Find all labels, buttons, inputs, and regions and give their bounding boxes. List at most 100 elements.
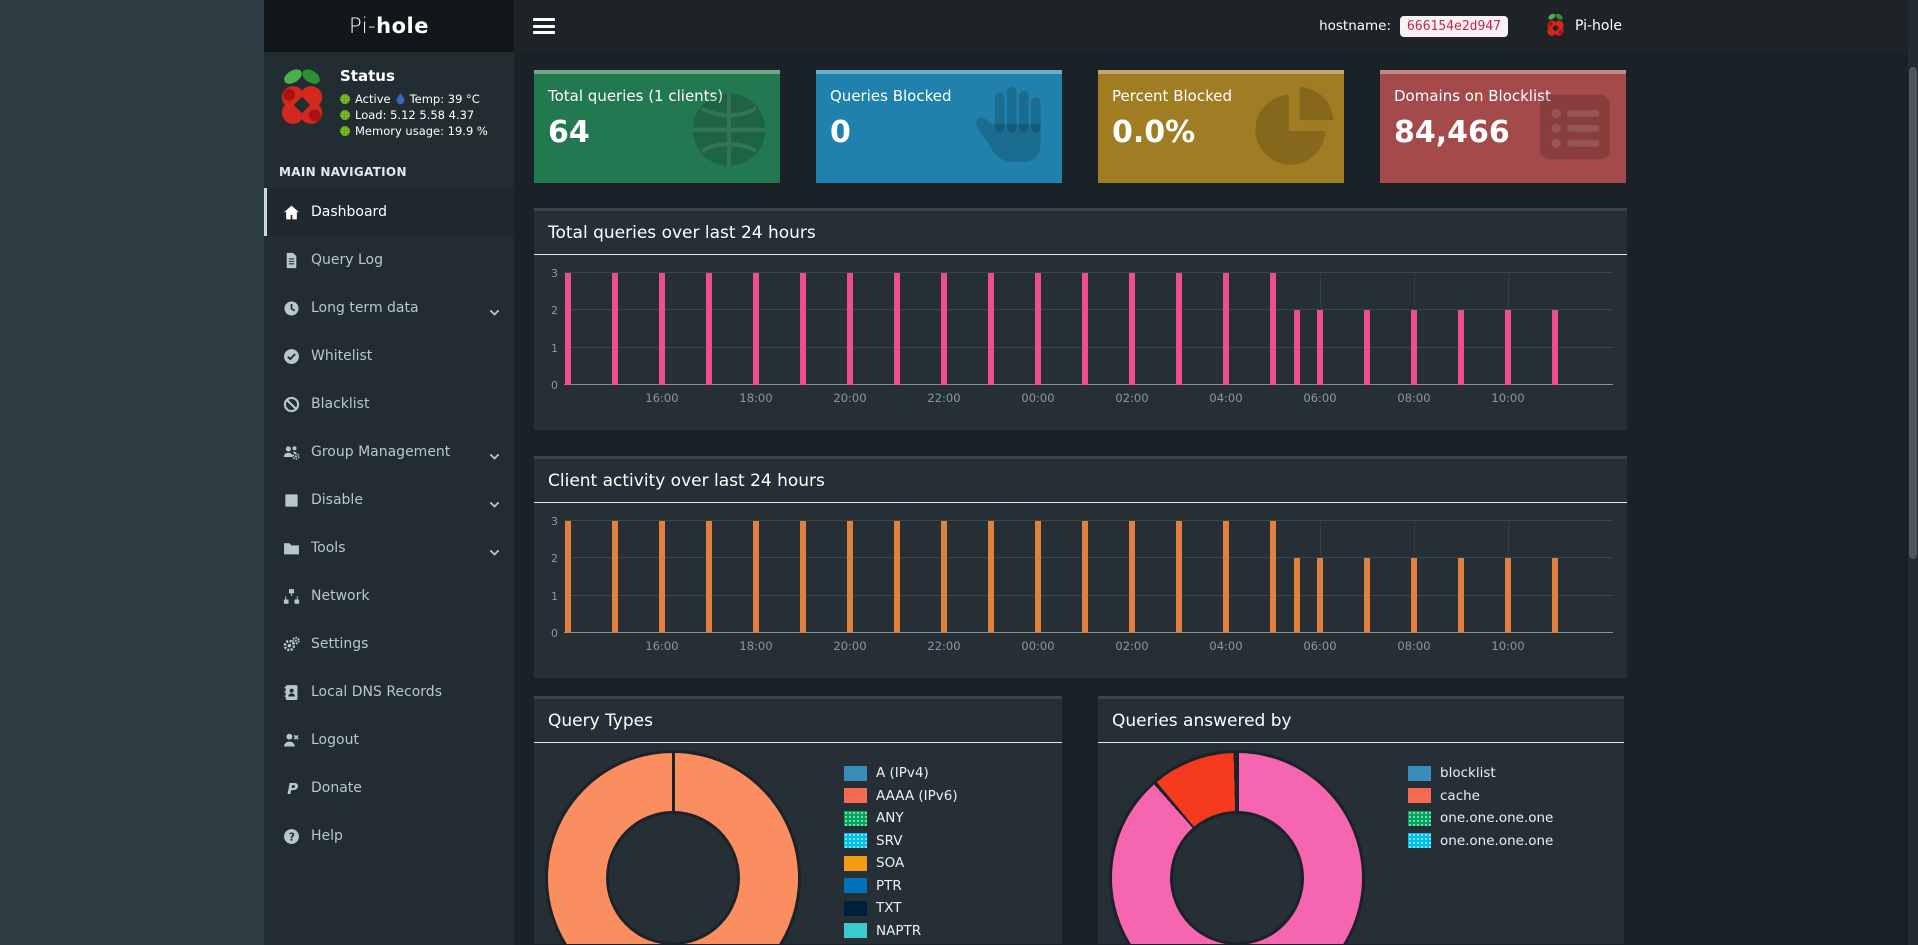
queries-answered-panel: Queries answered by blocklist cache one.on…	[1098, 696, 1624, 944]
legend-swatch	[1408, 833, 1431, 849]
panel-title: Queries answered by	[1098, 699, 1624, 743]
sidebar-item-group-management[interactable]: Group Management	[264, 428, 514, 476]
queries-answered-legend: blocklist cache one.one.one.one one.one.one…	[1408, 762, 1553, 944]
sidebar-item-network[interactable]: Network	[264, 572, 514, 620]
sidebar-item-local-dns-records[interactable]: Local DNS Records	[264, 668, 514, 716]
x-axis-tick-label: 10:00	[1491, 639, 1525, 653]
sidebar-item-donate[interactable]: P Donate	[264, 764, 514, 812]
svg-text:P: P	[287, 780, 298, 797]
legend-item[interactable]: blocklist	[1408, 762, 1553, 785]
bar	[1411, 558, 1417, 633]
sidebar-item-dashboard[interactable]: Dashboard	[264, 188, 514, 236]
total-queries-chart[interactable]: 0 1 2 3 16:00 18:00 20:00 22:00 00:00 02:00 04:00 0…	[551, 267, 1613, 405]
legend-item[interactable]: one.one.one.one	[1408, 807, 1553, 830]
sidebar-item-blacklist[interactable]: Blacklist	[264, 380, 514, 428]
app-logo-bold: hole	[376, 14, 429, 38]
pie-icon	[1250, 84, 1336, 176]
query-types-donut-chart[interactable]	[545, 750, 801, 944]
sidebar-item-tools[interactable]: Tools	[264, 524, 514, 572]
app-logo[interactable]: Pi-hole	[264, 0, 514, 52]
x-axis-tick-label: 20:00	[833, 391, 867, 405]
sidebar-nav: Dashboard Query Log Long term data Whitelis…	[264, 188, 514, 860]
list-icon	[1532, 84, 1618, 176]
bar	[612, 521, 618, 633]
bar	[1129, 273, 1135, 385]
x-axis-tick-label: 00:00	[1021, 639, 1055, 653]
bar	[1082, 273, 1088, 385]
sidebar-item-label: Local DNS Records	[311, 684, 442, 700]
y-gridline	[564, 346, 1613, 348]
hostname-label: hostname:	[1319, 18, 1392, 34]
sidebar-item-label: Whitelist	[311, 348, 373, 364]
legend-label: cache	[1440, 787, 1480, 804]
panel-title: Client activity over last 24 hours	[534, 459, 1627, 503]
sidebar-toggle-icon[interactable]	[533, 18, 555, 34]
sidebar-item-whitelist[interactable]: Whitelist	[264, 332, 514, 380]
bar	[1411, 310, 1417, 385]
x-axis-tick-label: 00:00	[1021, 391, 1055, 405]
legend-item[interactable]: one.one.one.one	[1408, 830, 1553, 853]
bar	[941, 521, 947, 633]
y-axis-tick-label: 1	[551, 589, 558, 603]
bar	[1270, 521, 1276, 633]
bar	[659, 521, 665, 633]
legend-item[interactable]: TXT	[844, 897, 958, 920]
status-ok-icon	[340, 126, 350, 136]
queries-answered-donut-chart[interactable]	[1109, 750, 1365, 944]
sidebar-item-label: Query Log	[311, 252, 384, 268]
sidebar-item-disable[interactable]: Disable	[264, 476, 514, 524]
address-book-icon	[283, 684, 300, 701]
status-ok-icon	[340, 110, 350, 120]
summary-card-percent-blocked: Percent Blocked 0.0%	[1098, 70, 1344, 183]
gears-icon	[283, 636, 300, 653]
question-circle-icon: ?	[283, 828, 300, 845]
user-logout-icon	[283, 732, 300, 749]
y-gridline	[564, 384, 1613, 385]
query-types-panel: Query Types A (IPv4) AAAA (IPv6) ANY SRV SOA…	[534, 696, 1062, 944]
x-axis-tick-label: 08:00	[1397, 639, 1431, 653]
sidebar-item-label: Tools	[311, 540, 346, 556]
legend-swatch	[1408, 788, 1431, 804]
legend-item[interactable]: SRV	[844, 830, 958, 853]
bar	[1458, 558, 1464, 633]
legend-item[interactable]: PTR	[844, 875, 958, 898]
bar	[1223, 273, 1229, 385]
client-activity-chart[interactable]: 0 1 2 3 16:00 18:00 20:00 22:00 00:00 02:00 04:00 0…	[551, 515, 1613, 653]
legend-item[interactable]: cache	[1408, 785, 1553, 808]
sidebar-item-long-term-data[interactable]: Long term data	[264, 284, 514, 332]
bar	[1176, 521, 1182, 633]
bar	[1505, 558, 1511, 633]
legend-swatch	[844, 900, 867, 916]
sidebar-item-label: Help	[311, 828, 343, 844]
sidebar-item-query-log[interactable]: Query Log	[264, 236, 514, 284]
y-gridline	[564, 594, 1613, 596]
y-gridline	[564, 520, 1613, 522]
status-ok-icon	[340, 94, 350, 104]
sidebar-item-help[interactable]: ? Help	[264, 812, 514, 860]
x-axis-tick-label: 02:00	[1115, 639, 1149, 653]
legend-item[interactable]: SOA	[844, 852, 958, 875]
sidebar-item-label: Disable	[311, 492, 363, 508]
legend-item[interactable]: AAAA (IPv6)	[844, 785, 958, 808]
bar	[1035, 273, 1041, 385]
legend-item[interactable]: A (IPv4)	[844, 762, 958, 785]
stop-icon	[283, 492, 300, 509]
sidebar: Status Active Temp: 39 °C Load: 5.12 5.5…	[264, 52, 514, 945]
bar	[941, 273, 947, 385]
y-axis-tick-label: 2	[551, 304, 558, 318]
slice-divider	[1235, 753, 1239, 811]
y-axis-tick-label: 3	[551, 267, 558, 281]
bar	[753, 521, 759, 633]
bar	[1317, 558, 1323, 633]
sidebar-item-label: Group Management	[311, 444, 451, 460]
legend-item[interactable]: NAPTR	[844, 920, 958, 943]
scrollbar-thumb[interactable]	[1909, 67, 1917, 559]
sidebar-item-settings[interactable]: Settings	[264, 620, 514, 668]
sidebar-item-logout[interactable]: Logout	[264, 716, 514, 764]
chevron-down-icon	[489, 448, 500, 460]
x-axis-tick-label: 18:00	[739, 639, 773, 653]
chevron-down-icon	[489, 496, 500, 508]
legend-item[interactable]: ANY	[844, 807, 958, 830]
x-axis-tick-label: 06:00	[1303, 639, 1337, 653]
globe-icon	[686, 84, 772, 176]
